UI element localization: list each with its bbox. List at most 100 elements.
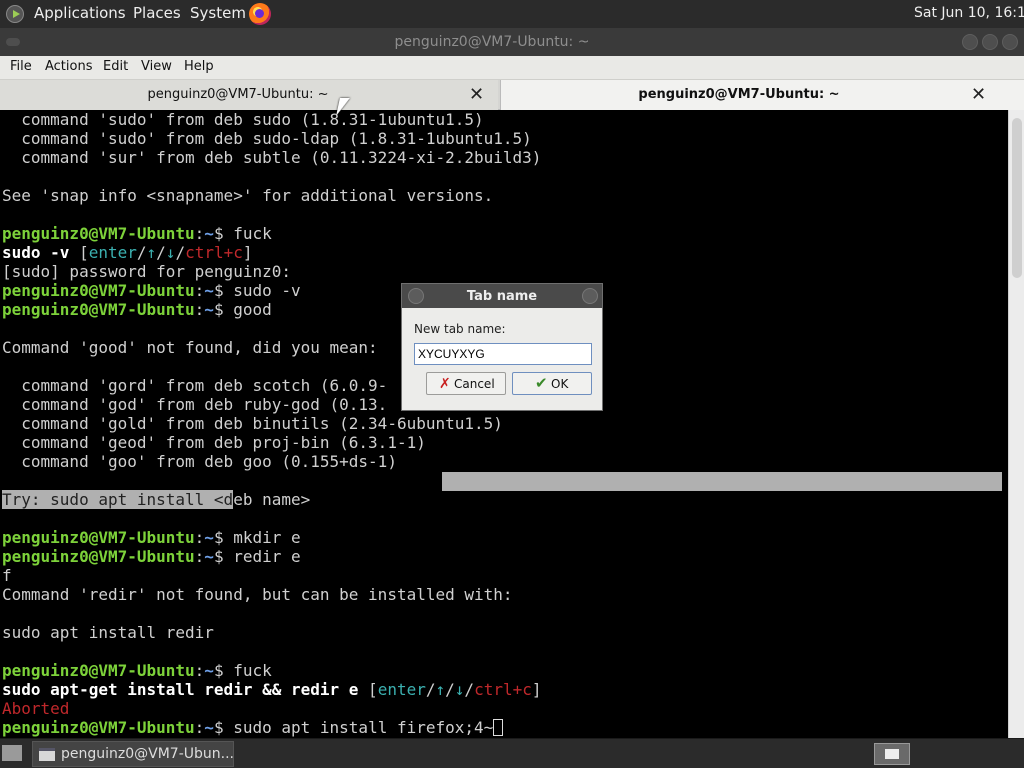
prompt-colon: : (194, 528, 205, 547)
command-text: good (233, 300, 272, 319)
suggested-command: sudo apt-get install redir && redir e (2, 680, 359, 699)
menu-view[interactable]: View (141, 59, 172, 74)
menu-edit[interactable]: Edit (103, 59, 128, 74)
terminal-line: command 'god' from deb ruby-god (0.13. (2, 395, 388, 414)
menu-file[interactable]: File (10, 59, 32, 74)
terminal-line: command 'sudo' from deb sudo (1.8.31-1ub… (2, 110, 484, 129)
tab-1-label: penguinz0@VM7-Ubuntu: ~ (147, 87, 329, 102)
terminal-scrollbar[interactable] (1008, 110, 1024, 738)
cancel-label: Cancel (454, 377, 495, 391)
prompt-line: penguinz0@VM7-Ubuntu:~$ fuck (2, 224, 272, 243)
prompt-symbol: $ (213, 661, 234, 680)
hint-up: ↑ (146, 243, 157, 262)
hint-down: ↓ (165, 243, 176, 262)
hint-enter: enter (88, 243, 137, 262)
hint-ctrlc: ctrl+c (185, 243, 243, 262)
terminal-line: See 'snap info <snapname>' for additiona… (2, 186, 494, 205)
dialog-title: Tab name (466, 289, 538, 304)
prompt-path: ~ (204, 300, 214, 319)
terminal-line: command 'gold' from deb binutils (2.34-6… (2, 414, 503, 433)
terminal-line: sudo apt install redir (2, 623, 214, 642)
hint-slash: / (175, 243, 186, 262)
tab-2-close-icon[interactable]: ✕ (971, 84, 986, 105)
terminal-line: Command 'good' not found, did you mean: (2, 338, 378, 357)
suggestion-line: sudo apt-get install redir && redir e [e… (2, 680, 542, 699)
dialog-close-icon[interactable] (582, 288, 598, 304)
tab-2-label: penguinz0@VM7-Ubuntu: ~ (638, 87, 840, 102)
top-panel: Applications Places System Sat Jun 10, 1… (0, 0, 1024, 28)
window-title-bar[interactable]: penguinz0@VM7-Ubuntu: ~ (0, 28, 1024, 56)
prompt-user: penguinz0@VM7-Ubuntu (2, 300, 195, 319)
ok-check-icon: ✔ (535, 374, 548, 392)
tab-name-input[interactable] (414, 343, 592, 365)
hint-down: ↓ (454, 680, 465, 699)
ok-label: OK (551, 377, 569, 391)
prompt-symbol: $ (213, 547, 234, 566)
ok-button[interactable]: ✔ OK (512, 372, 592, 395)
hint-slash: / (136, 243, 147, 262)
tab-1-close-icon[interactable]: ✕ (469, 84, 484, 105)
close-window-icon[interactable] (1002, 34, 1018, 50)
suggestion-line: sudo -v [enter/↑/↓/ctrl+c] (2, 243, 253, 262)
selection-highlight (442, 472, 1002, 491)
window-title: penguinz0@VM7-Ubuntu: ~ (394, 34, 590, 50)
terminal-cursor (493, 719, 504, 736)
clock[interactable]: Sat Jun 10, 16:18 (914, 5, 1024, 21)
bottom-taskbar: penguinz0@VM7-Ubun... (0, 738, 1024, 768)
hint-enter: enter (377, 680, 426, 699)
taskbar-terminal-label: penguinz0@VM7-Ubun... (61, 746, 234, 762)
prompt-path: ~ (204, 224, 214, 243)
prompt-user: penguinz0@VM7-Ubuntu (2, 224, 195, 243)
command-text: fuck (233, 224, 272, 243)
cancel-button[interactable]: ✗ Cancel (426, 372, 506, 395)
terminal-line: command 'goo' from deb goo (0.155+ds-1) (2, 452, 397, 471)
terminal-line: command 'sur' from deb subtle (0.11.3224… (2, 148, 542, 167)
prompt-user: penguinz0@VM7-Ubuntu (2, 528, 195, 547)
taskbar-terminal-button[interactable]: penguinz0@VM7-Ubun... (32, 741, 234, 767)
prompt-colon: : (194, 547, 205, 566)
tab-bar: penguinz0@VM7-Ubuntu: ~ ✕ penguinz0@VM7-… (0, 80, 1024, 110)
hint-bracket: [ (69, 243, 89, 262)
distro-logo-icon[interactable] (6, 5, 24, 23)
places-menu[interactable]: Places (133, 4, 181, 22)
terminal-line: f (2, 566, 12, 585)
prompt-line: penguinz0@VM7-Ubuntu:~$ sudo apt install… (2, 718, 504, 737)
prompt-colon: : (194, 224, 205, 243)
maximize-icon[interactable] (982, 34, 998, 50)
scrollbar-thumb[interactable] (1012, 118, 1022, 278)
dialog-title-bar[interactable]: Tab name (402, 284, 602, 308)
tab-name-dialog: Tab name New tab name: ✗ Cancel ✔ OK (401, 283, 603, 411)
prompt-user: penguinz0@VM7-Ubuntu (2, 547, 195, 566)
prompt-line: penguinz0@VM7-Ubuntu:~$ fuck (2, 661, 272, 680)
hint-bracket: [ (358, 680, 378, 699)
terminal-line: [sudo] password for penguinz0: (2, 262, 291, 281)
menu-bar: File Actions Edit View Help (0, 56, 1024, 80)
prompt-line: penguinz0@VM7-Ubuntu:~$ good (2, 300, 272, 319)
minimize-icon[interactable] (962, 34, 978, 50)
applications-menu[interactable]: Applications (34, 4, 126, 22)
show-desktop-icon[interactable] (2, 745, 22, 761)
system-menu[interactable]: System (190, 4, 246, 22)
hint-slash: / (156, 243, 166, 262)
command-text: sudo apt install firefox;4~ (233, 718, 494, 737)
workspace-switcher-icon[interactable] (874, 743, 910, 765)
prompt-colon: : (194, 661, 205, 680)
menu-help[interactable]: Help (184, 59, 214, 74)
terminal-window-icon (39, 748, 55, 761)
command-text: redir e (233, 547, 301, 566)
terminal-line: Command 'redir' not found, but can be in… (2, 585, 513, 604)
hint-up: ↑ (435, 680, 446, 699)
tab-1[interactable]: penguinz0@VM7-Ubuntu: ~ ✕ (0, 80, 498, 110)
menu-actions[interactable]: Actions (45, 59, 93, 74)
prompt-colon: : (194, 718, 205, 737)
prompt-user: penguinz0@VM7-Ubuntu (2, 281, 195, 300)
prompt-path: ~ (204, 718, 214, 737)
firefox-icon[interactable] (249, 3, 271, 25)
prompt-symbol: $ (213, 528, 234, 547)
prompt-line: penguinz0@VM7-Ubuntu:~$ mkdir e (2, 528, 301, 547)
hint-ctrlc: ctrl+c (474, 680, 532, 699)
tab-2[interactable]: penguinz0@VM7-Ubuntu: ~ ✕ (500, 80, 1024, 110)
prompt-line: penguinz0@VM7-Ubuntu:~$ sudo -v (2, 281, 301, 300)
prompt-path: ~ (204, 528, 214, 547)
terminal-output[interactable]: command 'sudo' from deb sudo (1.8.31-1ub… (0, 110, 1008, 738)
